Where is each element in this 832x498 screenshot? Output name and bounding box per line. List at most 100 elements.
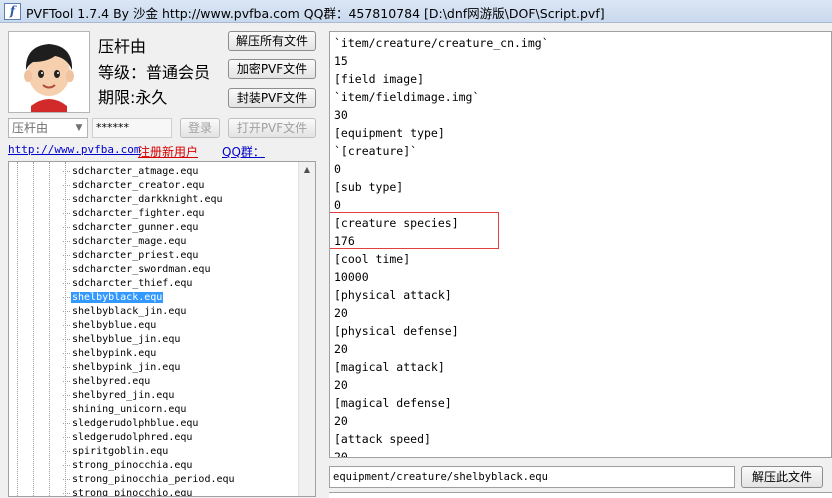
- scroll-up-icon[interactable]: ▲: [299, 162, 315, 178]
- editor-line: 20: [334, 306, 348, 320]
- tree-connector: [63, 296, 70, 298]
- tree-item-label: sdcharcter_fighter.equ: [72, 208, 205, 219]
- avatar-icon: [9, 32, 89, 112]
- tree-item-label: shining_unicorn.equ: [72, 404, 187, 415]
- editor-line: 20: [334, 342, 348, 356]
- tree-connector: [63, 170, 70, 172]
- editor-line: `[creature]`: [334, 144, 418, 158]
- tree-item[interactable]: sdcharcter_mage.equ: [63, 235, 187, 249]
- script-editor[interactable]: `item/creature/creature_cn.img` 15 [field …: [329, 31, 832, 458]
- file-path-input[interactable]: equipment/creature/shelbyblack.equ: [329, 466, 735, 488]
- site-link[interactable]: http://www.pvfba.com: [8, 143, 140, 156]
- tree-item[interactable]: sdcharcter_creator.equ: [63, 179, 205, 193]
- login-button[interactable]: 登录: [180, 118, 220, 138]
- extract-file-button[interactable]: 解压此文件: [741, 466, 823, 488]
- bottom-panel: [329, 492, 832, 498]
- tree-item[interactable]: shelbyblack_jin.equ: [63, 305, 187, 319]
- user-expiry: 期限:永久: [98, 88, 168, 107]
- tree-item-label: sledgerudolphblue.equ: [72, 418, 199, 429]
- tree-item-label: sdcharcter_creator.equ: [72, 180, 205, 191]
- editor-line: 0: [334, 198, 341, 212]
- tree-item-label: sledgerudolphred.equ: [72, 432, 193, 443]
- register-link[interactable]: 注册新用户: [138, 143, 198, 160]
- editor-line: [cool time]: [334, 252, 411, 266]
- tree-connector: [63, 436, 70, 438]
- tree-item[interactable]: sdcharcter_swordman.equ: [63, 263, 211, 277]
- editor-line: 20: [334, 450, 348, 458]
- title-bar: f PVFTool 1.7.4 By 沙金 http://www.pvfba.c…: [0, 0, 832, 23]
- left-panel: 压杆由 等级：普通会员 期限:永久 解压所有文件 加密PVF文件 封装PVF文件…: [0, 23, 326, 497]
- editor-line: [physical attack]: [334, 288, 452, 302]
- tree-item[interactable]: strong_pinocchia_period.equ: [63, 473, 236, 487]
- tree-connector: [63, 212, 70, 214]
- tree-item-label: strong_pinocchia_period.equ: [72, 474, 235, 485]
- tree-item[interactable]: strong_pinocchia.equ: [63, 459, 193, 473]
- editor-line: [magical attack]: [334, 360, 445, 374]
- editor-line: 10000: [334, 270, 369, 284]
- tree-item[interactable]: shelbyblue_jin.equ: [63, 333, 181, 347]
- tree-item-label: strong_pinocchio.equ: [72, 488, 193, 497]
- tree-item[interactable]: strong_pinocchio.equ: [63, 487, 193, 497]
- tree-connector: [63, 394, 70, 396]
- user-name: 压杆由: [98, 37, 147, 56]
- chevron-down-icon[interactable]: ▼: [71, 119, 87, 137]
- tree-item-label: sdcharcter_atmage.equ: [72, 166, 199, 177]
- tree-connector: [63, 478, 70, 480]
- tree-item[interactable]: shelbyred_jin.equ: [63, 389, 175, 403]
- tree-connector: [63, 310, 70, 312]
- tree-item-label: shelbyblack.equ: [71, 292, 164, 303]
- tree-item[interactable]: shelbyblack.equ: [63, 291, 164, 305]
- tree-connector: [63, 366, 70, 368]
- tree-item[interactable]: sdcharcter_gunner.equ: [63, 221, 199, 235]
- tree-connector: [63, 380, 70, 382]
- tree-guide-line: [49, 162, 50, 496]
- tree-item[interactable]: shelbypink.equ: [63, 347, 157, 361]
- account-select[interactable]: 压杆由 ▼: [8, 118, 88, 138]
- tree-item[interactable]: sledgerudolphred.equ: [63, 431, 193, 445]
- editor-line: [magical defense]: [334, 396, 452, 410]
- pack-pvf-button[interactable]: 封装PVF文件: [228, 88, 316, 108]
- tree-item-label: sdcharcter_swordman.equ: [72, 264, 211, 275]
- tree-item[interactable]: sdcharcter_priest.equ: [63, 249, 199, 263]
- window-title: PVFTool 1.7.4 By 沙金 http://www.pvfba.com…: [26, 6, 605, 21]
- tree-item[interactable]: sdcharcter_atmage.equ: [63, 165, 199, 179]
- tree-item[interactable]: shelbyblue.equ: [63, 319, 157, 333]
- account-select-value: 压杆由: [12, 121, 49, 135]
- editor-line: `item/creature/creature_cn.img`: [334, 36, 549, 50]
- tree-item-label: shelbypink_jin.equ: [72, 362, 181, 373]
- user-avatar: [8, 31, 90, 113]
- tree-item-label: sdcharcter_gunner.equ: [72, 222, 199, 233]
- tree-item[interactable]: shelbyred.equ: [63, 375, 151, 389]
- tree-item[interactable]: spiritgoblin.equ: [63, 445, 169, 459]
- tree-item-label: shelbyred.equ: [72, 376, 151, 387]
- tree-item[interactable]: sdcharcter_darkknight.equ: [63, 193, 224, 207]
- tree-item-label: strong_pinocchia.equ: [72, 460, 193, 471]
- open-pvf-button[interactable]: 打开PVF文件: [228, 118, 316, 138]
- tree-connector: [63, 324, 70, 326]
- tree-item-label: shelbypink.equ: [72, 348, 157, 359]
- editor-line: 0: [334, 162, 341, 176]
- tree-connector: [63, 198, 70, 200]
- editor-line: 176: [334, 234, 355, 248]
- tree-item[interactable]: sledgerudolphblue.equ: [63, 417, 199, 431]
- tree-item-label: sdcharcter_mage.equ: [72, 236, 187, 247]
- tree-item[interactable]: sdcharcter_fighter.equ: [63, 207, 205, 221]
- file-tree[interactable]: ▲ sdcharcter_atmage.equ sdcharcter_creato…: [8, 161, 316, 497]
- tree-item[interactable]: shelbypink_jin.equ: [63, 361, 181, 375]
- editor-line: [attack speed]: [334, 432, 431, 446]
- tree-guide-line: [17, 162, 18, 496]
- tree-connector: [63, 282, 70, 284]
- tree-scrollbar[interactable]: ▲: [298, 162, 315, 496]
- tree-item[interactable]: sdcharcter_thief.equ: [63, 277, 193, 291]
- extract-all-button[interactable]: 解压所有文件: [228, 31, 316, 51]
- editor-line: [sub type]: [334, 180, 404, 194]
- password-field[interactable]: ******: [92, 118, 172, 138]
- tree-connector: [63, 226, 70, 228]
- tree-connector: [63, 408, 70, 410]
- tree-connector: [63, 352, 70, 354]
- tree-item[interactable]: shining_unicorn.equ: [63, 403, 187, 417]
- tree-item-label: shelbyblack_jin.equ: [72, 306, 187, 317]
- tree-item-label: shelbyblue.equ: [72, 320, 157, 331]
- encrypt-pvf-button[interactable]: 加密PVF文件: [228, 59, 316, 79]
- tree-connector: [63, 268, 70, 270]
